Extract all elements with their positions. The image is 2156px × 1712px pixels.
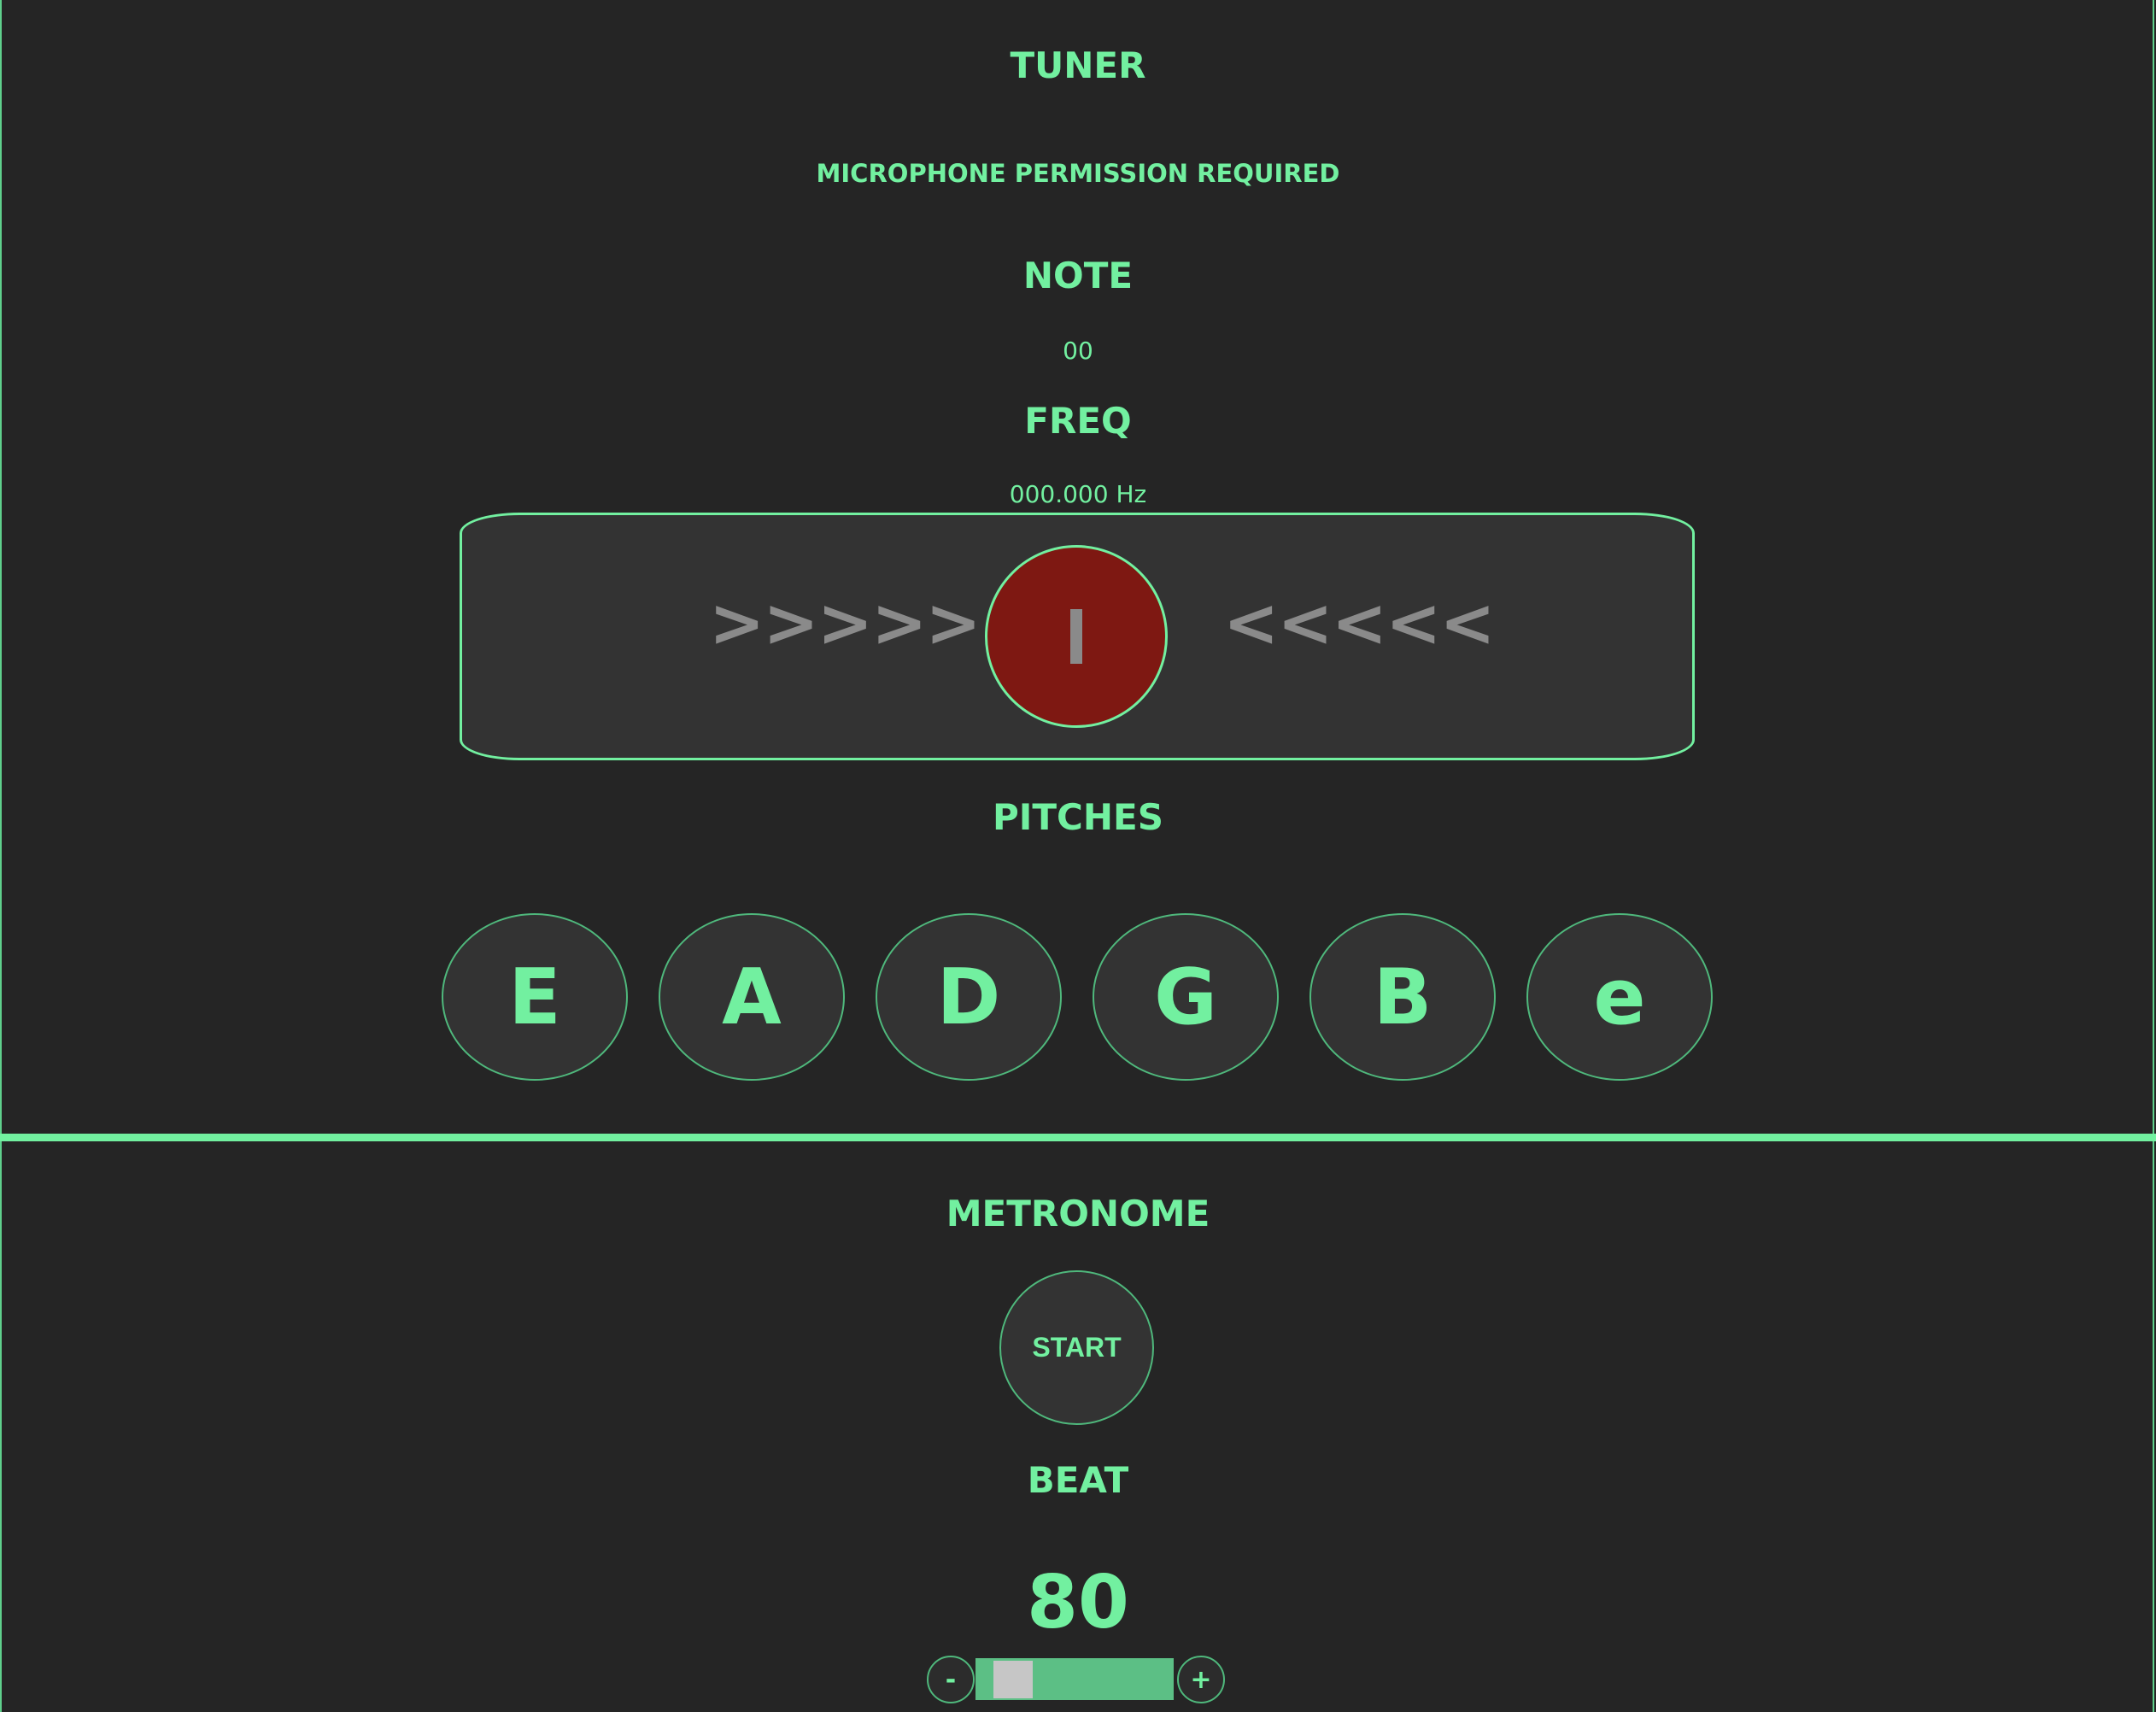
pitch-button-B[interactable]: B bbox=[1309, 913, 1496, 1081]
start-button[interactable]: START bbox=[999, 1270, 1154, 1425]
bpm-value: 80 bbox=[1027, 1560, 1129, 1645]
increment-button[interactable]: + bbox=[1177, 1656, 1225, 1703]
pitches-label: PITCHES bbox=[993, 796, 1163, 838]
pitch-button-E[interactable]: E bbox=[442, 913, 628, 1081]
freq-label: FREQ bbox=[1024, 400, 1132, 442]
section-divider bbox=[0, 1134, 2156, 1141]
note-value: 00 bbox=[1063, 337, 1093, 365]
pitch-button-A[interactable]: A bbox=[659, 913, 845, 1081]
bpm-slider-thumb[interactable] bbox=[993, 1661, 1033, 1698]
metronome-title: METRONOME bbox=[946, 1193, 1210, 1234]
pitch-button-D[interactable]: D bbox=[876, 913, 1062, 1081]
pitch-button-high-e[interactable]: e bbox=[1526, 913, 1713, 1081]
flat-arrows: >>>>> bbox=[709, 585, 981, 662]
pitch-button-G[interactable]: G bbox=[1093, 913, 1279, 1081]
permission-notice: MICROPHONE PERMISSION REQUIRED bbox=[816, 159, 1340, 188]
note-label: NOTE bbox=[1022, 255, 1134, 296]
beat-label: BEAT bbox=[1027, 1459, 1129, 1501]
tuner-title: TUNER bbox=[1010, 44, 1146, 86]
sharp-arrows: <<<<< bbox=[1223, 585, 1496, 662]
decrement-button[interactable]: - bbox=[927, 1656, 975, 1703]
freq-value: 000.000 Hz bbox=[1009, 480, 1147, 508]
needle-icon bbox=[1070, 609, 1082, 664]
